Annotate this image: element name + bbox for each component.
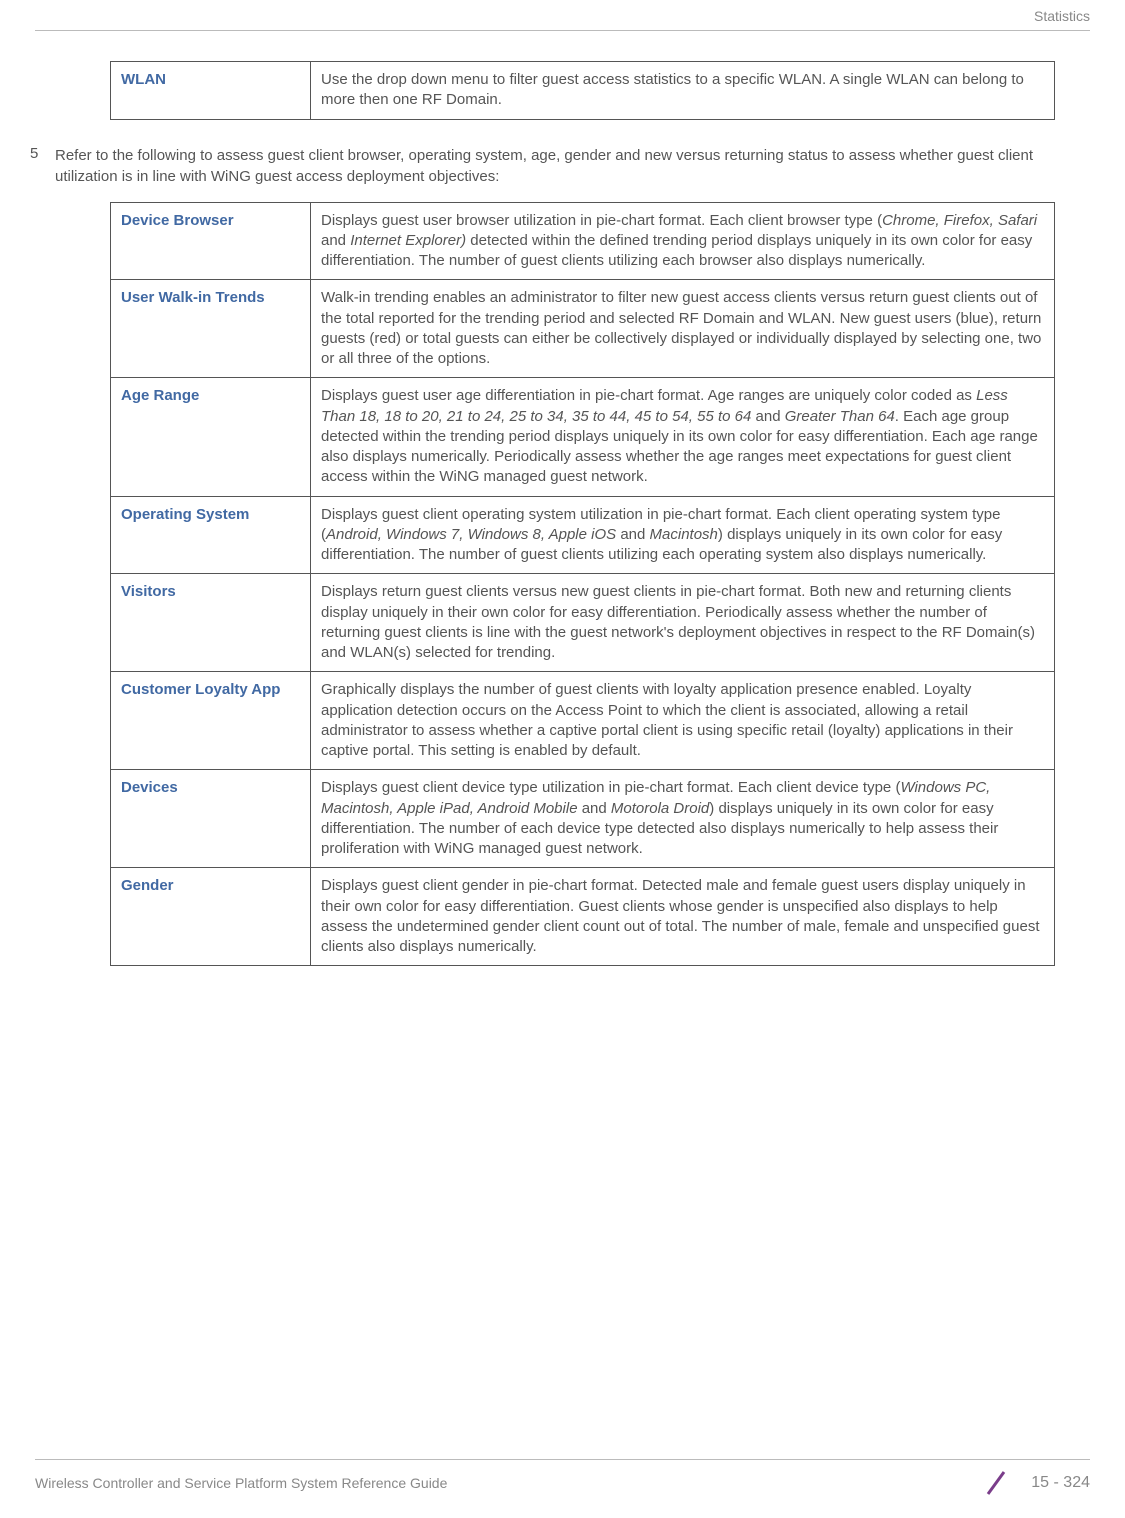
header-section-label: Statistics	[0, 0, 1125, 28]
row-label: Devices	[111, 770, 311, 868]
row-desc: Displays guest client operating system u…	[311, 496, 1055, 574]
footer-right: 15 - 324	[976, 1468, 1090, 1498]
table-2-container: Device BrowserDisplays guest user browse…	[110, 202, 1055, 967]
header-divider	[35, 30, 1090, 31]
italic-text: Android, Windows 7, Windows 8, Apple iOS	[326, 526, 616, 543]
footer-left-text: Wireless Controller and Service Platform…	[35, 1475, 447, 1491]
row-desc: Use the drop down menu to filter guest a…	[311, 62, 1055, 120]
page-content: WLANUse the drop down menu to filter gue…	[0, 61, 1125, 966]
row-label: Device Browser	[111, 202, 311, 280]
table-row: DevicesDisplays guest client device type…	[111, 770, 1055, 868]
row-desc: Walk-in trending enables an administrato…	[311, 280, 1055, 378]
page-footer: Wireless Controller and Service Platform…	[0, 1459, 1125, 1498]
step-row: 5 Refer to the following to assess guest…	[30, 145, 1090, 187]
italic-text: Chrome, Firefox, Safari	[882, 212, 1037, 229]
table-row: VisitorsDisplays return guest clients ve…	[111, 574, 1055, 672]
table-row: Customer Loyalty AppGraphically displays…	[111, 672, 1055, 770]
table-1-container: WLANUse the drop down menu to filter gue…	[110, 61, 1055, 120]
table-row: Age RangeDisplays guest user age differe…	[111, 378, 1055, 496]
step-number: 5	[30, 145, 55, 187]
row-label: User Walk-in Trends	[111, 280, 311, 378]
step-text: Refer to the following to assess guest c…	[55, 145, 1090, 187]
row-desc: Displays guest client gender in pie-char…	[311, 868, 1055, 966]
italic-text: Less Than 18, 18 to 20, 21 to 24, 25 to …	[321, 387, 1008, 424]
footer-divider	[35, 1459, 1090, 1460]
row-desc: Displays guest user age differentiation …	[311, 378, 1055, 496]
page-number: 15 - 324	[1031, 1474, 1090, 1492]
slash-icon	[976, 1468, 1016, 1498]
table-row: Device BrowserDisplays guest user browse…	[111, 202, 1055, 280]
row-label: Visitors	[111, 574, 311, 672]
table-row: GenderDisplays guest client gender in pi…	[111, 868, 1055, 966]
italic-text: Internet Explorer)	[350, 232, 466, 249]
footer-content: Wireless Controller and Service Platform…	[35, 1468, 1090, 1498]
row-label: WLAN	[111, 62, 311, 120]
row-label: Age Range	[111, 378, 311, 496]
table-row: User Walk-in TrendsWalk-in trending enab…	[111, 280, 1055, 378]
statistics-table: Device BrowserDisplays guest user browse…	[110, 202, 1055, 967]
italic-text: Motorola Droid	[611, 800, 709, 817]
row-label: Operating System	[111, 496, 311, 574]
italic-text: Greater Than 64	[785, 408, 895, 425]
row-desc: Displays return guest clients versus new…	[311, 574, 1055, 672]
row-desc: Graphically displays the number of guest…	[311, 672, 1055, 770]
table-row: WLANUse the drop down menu to filter gue…	[111, 62, 1055, 120]
row-label: Customer Loyalty App	[111, 672, 311, 770]
italic-text: Macintosh	[650, 526, 718, 543]
row-label: Gender	[111, 868, 311, 966]
wlan-table: WLANUse the drop down menu to filter gue…	[110, 61, 1055, 120]
row-desc: Displays guest client device type utiliz…	[311, 770, 1055, 868]
row-desc: Displays guest user browser utilization …	[311, 202, 1055, 280]
table-row: Operating SystemDisplays guest client op…	[111, 496, 1055, 574]
